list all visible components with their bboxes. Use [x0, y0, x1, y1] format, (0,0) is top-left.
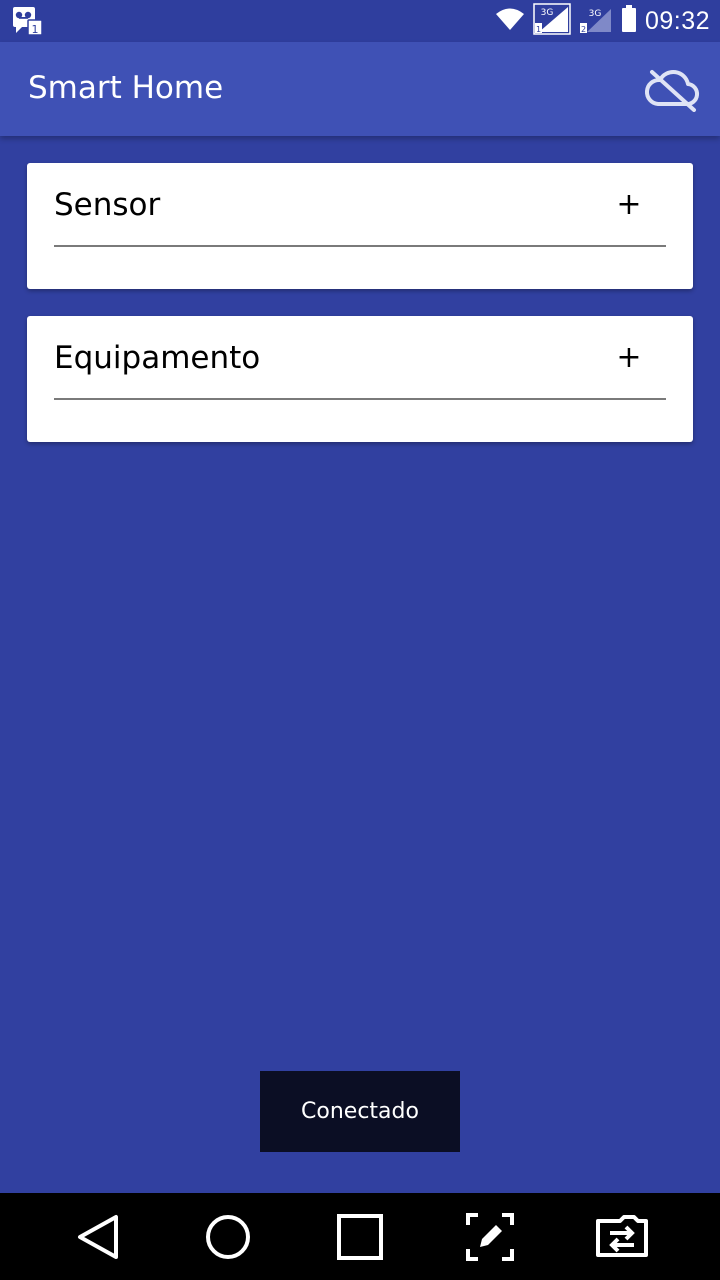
edit-screenshot-icon — [466, 1213, 514, 1261]
signal-sim2-icon: 3G 2 — [579, 3, 613, 39]
clock: 09:32 — [644, 6, 710, 35]
battery-icon — [621, 5, 637, 37]
recents-icon — [337, 1214, 383, 1260]
equipment-card-title: Equipamento — [54, 340, 261, 376]
back-button[interactable] — [72, 1211, 124, 1263]
svg-text:1: 1 — [536, 25, 541, 34]
sensor-card-title: Sensor — [54, 187, 161, 223]
edit-screenshot-button[interactable] — [464, 1211, 516, 1263]
sensor-card: Sensor + — [27, 163, 693, 289]
svg-text:2: 2 — [581, 25, 586, 34]
add-sensor-button[interactable]: + — [611, 185, 647, 225]
switch-icon — [596, 1215, 648, 1257]
home-button[interactable] — [202, 1211, 254, 1263]
navigation-bar — [0, 1193, 720, 1280]
sensor-divider — [54, 245, 666, 247]
home-icon — [206, 1215, 250, 1259]
toast-message: Conectado — [260, 1071, 460, 1152]
app-bar: Smart Home — [0, 42, 720, 136]
cloud-off-button[interactable] — [642, 66, 702, 112]
back-icon — [78, 1215, 118, 1259]
signal-sim1-icon: 3G 1 — [533, 3, 571, 39]
svg-text:3G: 3G — [589, 9, 602, 19]
recents-button[interactable] — [334, 1211, 386, 1263]
cloud-off-icon — [645, 69, 699, 112]
svg-text:1: 1 — [32, 23, 39, 36]
switch-button[interactable] — [594, 1211, 648, 1263]
app-title: Smart Home — [28, 70, 224, 106]
add-equipment-button[interactable]: + — [611, 338, 647, 378]
voicemail-notification-icon: 1 — [12, 6, 44, 36]
svg-text:3G: 3G — [541, 8, 554, 18]
equipment-card: Equipamento + — [27, 316, 693, 442]
wifi-icon — [495, 7, 525, 35]
toast-text: Conectado — [301, 1099, 419, 1124]
equipment-divider — [54, 398, 666, 400]
status-bar: 1 3G 1 3G 2 09:32 — [0, 0, 720, 42]
